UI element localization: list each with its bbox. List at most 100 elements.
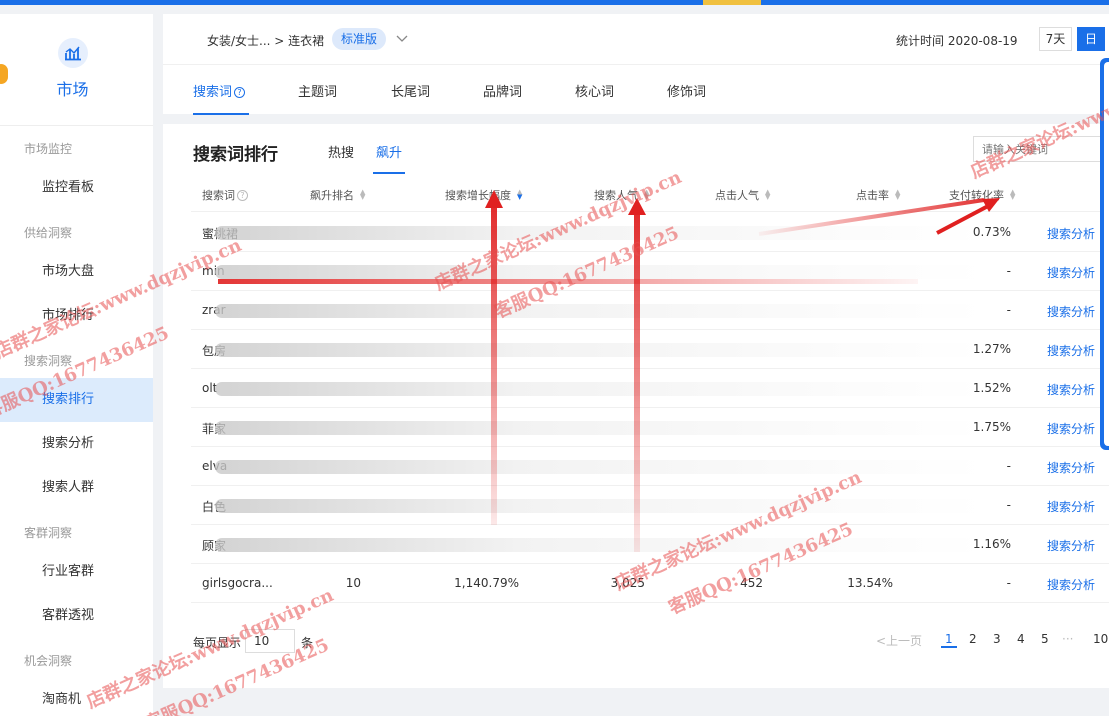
sort-icon[interactable]: ▲ ▼ xyxy=(1010,189,1016,201)
7-days-button[interactable]: 7天 xyxy=(1039,27,1072,51)
page-4-button[interactable]: 4 xyxy=(1017,632,1025,646)
tab-label: 搜索词 xyxy=(193,85,233,100)
page-size-unit: 条 xyxy=(301,636,314,650)
tab-long-tail-words[interactable]: 长尾词 xyxy=(391,81,430,100)
column-header-growth[interactable]: 搜索增长幅度 ▲ ▼ xyxy=(445,187,523,203)
tab-topic-words[interactable]: 主题词 xyxy=(298,81,337,100)
column-label: 搜索词 xyxy=(202,189,235,202)
tab-rising[interactable]: 飙升 xyxy=(376,142,402,161)
redacted-values xyxy=(215,382,985,396)
active-tab-indicator xyxy=(193,113,249,115)
page-5-button[interactable]: 5 xyxy=(1041,632,1049,646)
conversion-cell: - xyxy=(1006,576,1011,590)
top-accent-bar xyxy=(0,0,1109,5)
column-label: 点击人气 xyxy=(715,189,759,202)
search-analysis-link[interactable]: 搜索分析 xyxy=(1047,303,1095,320)
sidebar-group-label: 供给洞察 xyxy=(24,226,73,240)
column-header-search-popularity[interactable]: 搜索人气 ▲ ▼ xyxy=(594,187,650,203)
redacted-values xyxy=(215,460,985,474)
column-label: 搜索人气 xyxy=(594,189,638,202)
sort-icon[interactable]: ▲ ▼ xyxy=(517,189,523,201)
search-popularity-cell: 3,025 xyxy=(610,576,645,590)
page-size-label: 每页显示 xyxy=(193,636,242,650)
section-title: 搜索词排行 xyxy=(193,145,278,165)
page-3-button[interactable]: 3 xyxy=(993,632,1001,646)
redacted-values xyxy=(215,265,985,279)
column-label: 支付转化率 xyxy=(949,189,1004,202)
prev-page-button[interactable]: <上一页 xyxy=(876,632,922,649)
sidebar-item-industry-customers[interactable]: 行业客群 xyxy=(0,550,153,594)
redacted-values xyxy=(215,538,985,552)
row-divider xyxy=(191,485,1109,486)
search-analysis-link[interactable]: 搜索分析 xyxy=(1047,264,1095,281)
rank-cell: 10 xyxy=(345,576,361,590)
sort-icon[interactable]: ▲ ▼ xyxy=(765,189,771,201)
row-divider xyxy=(191,407,1109,408)
sidebar-item-market-overview[interactable]: 市场大盘 xyxy=(0,250,153,294)
sort-icon[interactable]: ▲ ▼ xyxy=(644,189,650,201)
page-size-input[interactable]: 10 xyxy=(245,629,295,653)
row-divider xyxy=(191,602,1109,603)
sidebar-item-search-crowd[interactable]: 搜索人群 xyxy=(0,466,153,510)
page-2-button[interactable]: 2 xyxy=(969,632,977,646)
tab-core-words[interactable]: 核心词 xyxy=(575,81,614,100)
row-divider xyxy=(191,290,1109,291)
search-analysis-link[interactable]: 搜索分析 xyxy=(1047,342,1095,359)
redacted-values xyxy=(215,304,985,318)
column-header-conversion[interactable]: 支付转化率 ▲ ▼ xyxy=(949,187,1016,203)
sort-icon[interactable]: ▲ ▼ xyxy=(895,189,901,201)
search-analysis-link[interactable]: 搜索分析 xyxy=(1047,459,1095,476)
chevron-down-icon[interactable] xyxy=(396,32,408,46)
sidebar-group-label: 搜索洞察 xyxy=(24,354,73,368)
sidebar-item-market-ranking[interactable]: 市场排行 xyxy=(0,294,153,338)
sidebar-item-search-ranking[interactable]: 搜索排行 xyxy=(0,378,153,422)
page-ellipsis[interactable]: ··· xyxy=(1062,632,1073,646)
header-card: 女装/女士... > 连衣裙 标准版 统计时间 2020-08-19 7天 日 … xyxy=(163,14,1109,115)
row-divider xyxy=(191,329,1109,330)
click-popularity-cell: 452 xyxy=(740,576,763,590)
sidebar-item-customer-insight[interactable]: 客群透视 xyxy=(0,594,153,638)
help-icon[interactable]: ? xyxy=(237,190,248,201)
sidebar-group-label: 机会洞察 xyxy=(24,654,73,668)
column-label: 飙升排名 xyxy=(310,189,354,202)
sidebar-item-search-analysis[interactable]: 搜索分析 xyxy=(0,422,153,466)
redacted-values xyxy=(215,421,985,435)
tab-modifier-words[interactable]: 修饰词 xyxy=(667,81,706,100)
sidebar-item-monitor-board[interactable]: 监控看板 xyxy=(0,166,153,210)
search-analysis-link[interactable]: 搜索分析 xyxy=(1047,498,1095,515)
row-divider xyxy=(191,368,1109,369)
search-analysis-link[interactable]: 搜索分析 xyxy=(1047,225,1095,242)
tab-search-words[interactable]: 搜索词? xyxy=(193,81,246,100)
search-analysis-link[interactable]: 搜索分析 xyxy=(1047,576,1095,593)
search-analysis-link[interactable]: 搜索分析 xyxy=(1047,537,1095,554)
sidebar-item-opportunity[interactable]: 淘商机 xyxy=(0,678,153,716)
column-header-word[interactable]: 搜索词? xyxy=(202,187,248,203)
column-header-click-popularity[interactable]: 点击人气 ▲ ▼ xyxy=(715,187,771,203)
tab-hot-search[interactable]: 热搜 xyxy=(328,142,354,161)
tab-brand-words[interactable]: 品牌词 xyxy=(483,81,522,100)
column-label: 点击率 xyxy=(856,189,889,202)
sidebar-group-label: 市场监控 xyxy=(24,142,73,156)
column-header-rank[interactable]: 飙升排名 ▲ ▼ xyxy=(310,187,366,203)
sidebar-title: 市场 xyxy=(56,80,89,99)
page-10-button[interactable]: 10 xyxy=(1093,632,1108,646)
floating-side-panel-body xyxy=(1104,62,1109,446)
day-button[interactable]: 日 xyxy=(1077,27,1105,51)
tab-bar: 搜索词? 主题词 长尾词 品牌词 核心词 修饰词 xyxy=(163,64,1109,115)
column-label: 搜索增长幅度 xyxy=(445,189,511,202)
active-subtab-indicator xyxy=(373,172,405,174)
search-analysis-link[interactable]: 搜索分析 xyxy=(1047,381,1095,398)
sort-icon[interactable]: ▲ ▼ xyxy=(360,189,366,201)
stat-time: 统计时间 2020-08-19 xyxy=(896,34,1018,48)
page-1-button[interactable]: 1 xyxy=(941,632,957,648)
breadcrumb[interactable]: 女装/女士... > 连衣裙 xyxy=(207,32,324,49)
row-divider xyxy=(191,524,1109,525)
column-header-ctr[interactable]: 点击率 ▲ ▼ xyxy=(856,187,901,203)
keyword-cell: girlsgocra... xyxy=(202,576,273,590)
help-icon[interactable]: ? xyxy=(234,87,246,98)
redacted-values xyxy=(215,226,985,240)
edition-badge[interactable]: 标准版 xyxy=(332,28,387,50)
keyword-search-input[interactable] xyxy=(973,136,1109,162)
search-analysis-link[interactable]: 搜索分析 xyxy=(1047,420,1095,437)
row-divider xyxy=(191,251,1109,252)
